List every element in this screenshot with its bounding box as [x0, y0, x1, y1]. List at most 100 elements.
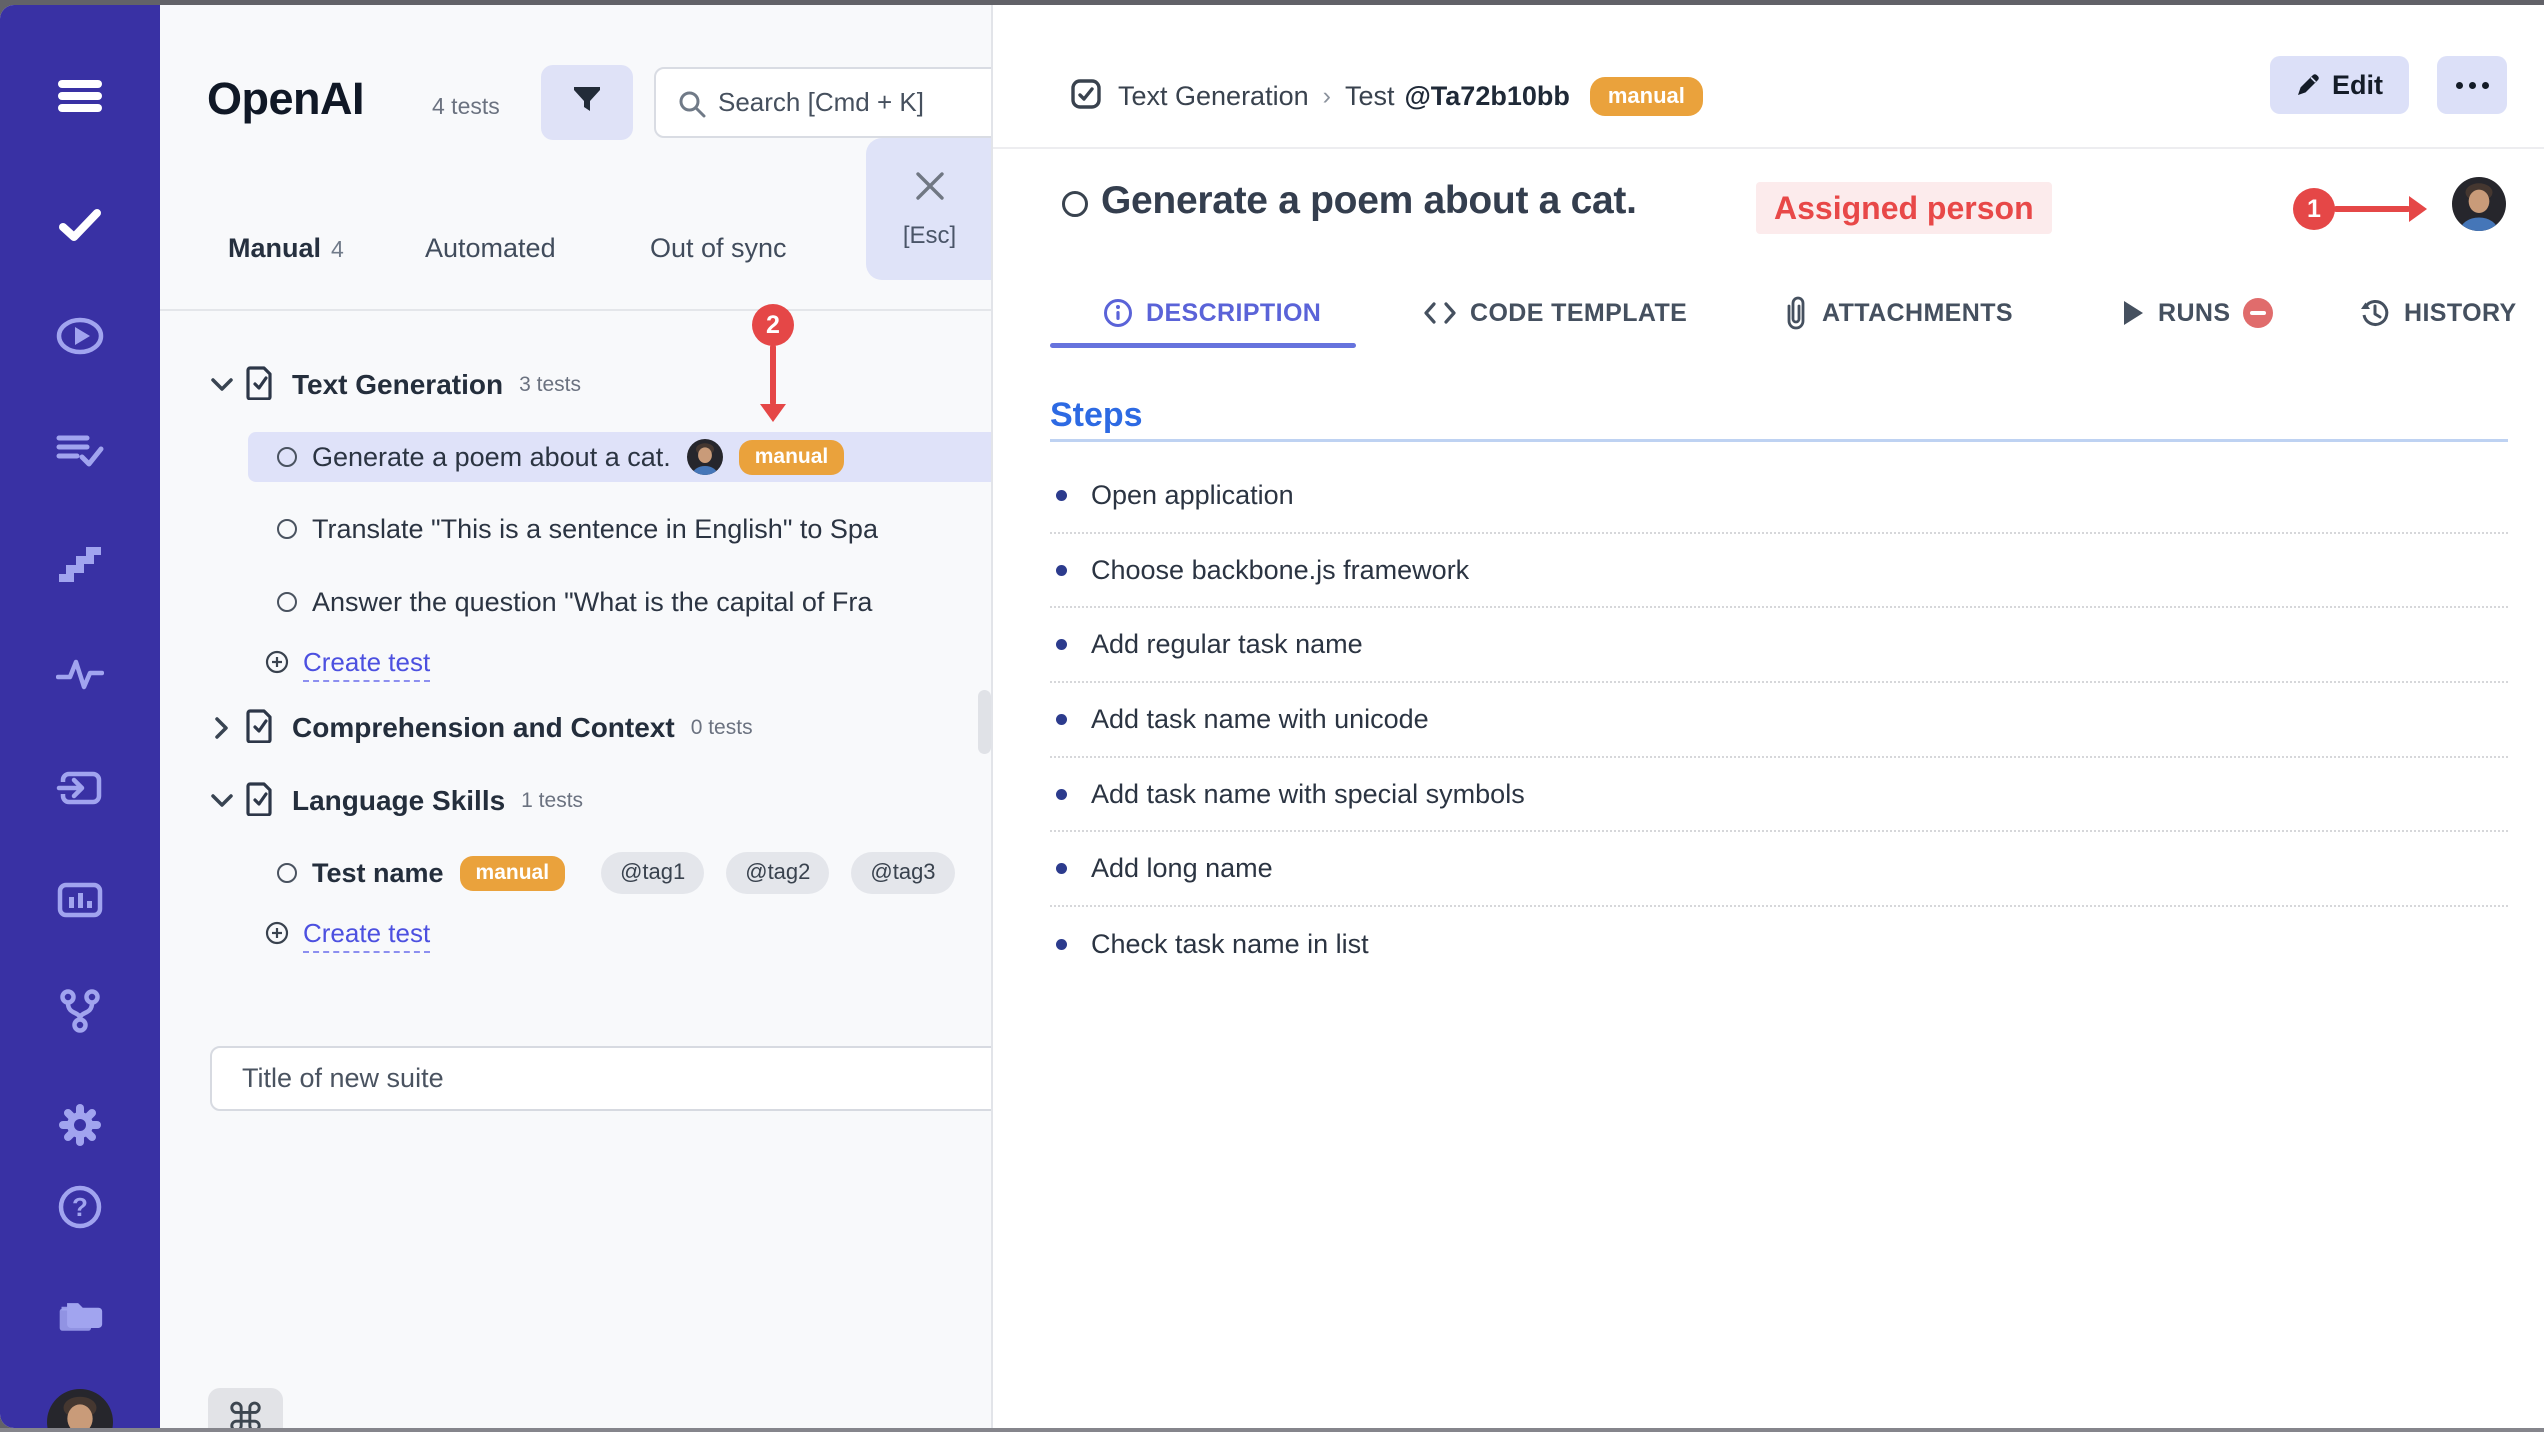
esc-key-label: [Esc]	[903, 222, 956, 250]
gear-icon[interactable]	[56, 1101, 104, 1149]
test-status-icon	[277, 592, 297, 612]
manual-badge: manual	[739, 440, 845, 475]
menu-icon[interactable]	[56, 72, 104, 120]
step-item[interactable]: Add regular task name	[1050, 608, 2508, 683]
header-divider	[993, 147, 2544, 149]
test-name: Translate "This is a sentence in English…	[312, 514, 878, 545]
breadcrumb-suite[interactable]: Text Generation	[1118, 81, 1309, 112]
suite-doc-icon	[246, 709, 274, 748]
more-icon	[2482, 82, 2489, 89]
assigned-person-annotation: Assigned person	[1756, 182, 2052, 234]
test-row-translate[interactable]: Translate "This is a sentence in English…	[248, 504, 993, 554]
close-icon[interactable]	[913, 169, 947, 208]
assignee-avatar	[687, 439, 723, 475]
tab-description[interactable]: DESCRIPTION	[1103, 293, 1321, 333]
step-item[interactable]: Open application	[1050, 459, 2508, 534]
bullet-icon	[1056, 714, 1067, 725]
test-row-test-name[interactable]: Test name manual @tag1 @tag2 @tag3	[248, 848, 993, 898]
cmd-key-badge: ⌘	[208, 1388, 283, 1428]
tests-check-icon[interactable]	[56, 201, 104, 249]
create-test-link[interactable]: Create test	[303, 918, 430, 953]
app-window: ? OpenAI 4 tests Manual4 Automated Out o…	[0, 5, 2544, 1428]
tag-pill[interactable]: @tag1	[601, 852, 704, 894]
suite-row-language-skills[interactable]: Language Skills 1 tests	[210, 775, 991, 827]
annotation-arrow-1	[2333, 206, 2411, 212]
search-input[interactable]	[718, 69, 993, 136]
manual-badge: manual	[460, 856, 566, 891]
tab-automated[interactable]: Automated	[425, 233, 556, 264]
plus-circle-icon	[265, 650, 289, 679]
git-branch-icon[interactable]	[56, 987, 104, 1035]
folder-icon[interactable]	[56, 1292, 104, 1340]
active-tab-underline	[1050, 343, 1356, 348]
tab-runs[interactable]: RUNS	[2121, 293, 2273, 333]
play-icon	[2121, 299, 2145, 327]
more-actions-button[interactable]	[2437, 56, 2507, 114]
chevron-down-icon[interactable]	[210, 378, 234, 392]
filter-button[interactable]	[541, 65, 633, 140]
paperclip-icon	[1783, 295, 1809, 331]
test-name: Generate a poem about a cat.	[312, 442, 671, 473]
runs-blocked-badge-icon	[2243, 298, 2273, 328]
suite-count: 1 tests	[521, 789, 583, 813]
test-name: Test name	[312, 858, 444, 889]
list-check-icon[interactable]	[56, 426, 104, 474]
scrollbar-thumb[interactable]	[978, 690, 991, 754]
tag-pill[interactable]: @tag2	[726, 852, 829, 894]
pencil-icon	[2296, 73, 2320, 97]
steps-heading: Steps	[1050, 396, 1143, 435]
step-item[interactable]: Check task name in list	[1050, 907, 2508, 982]
step-item[interactable]: Add long name	[1050, 832, 2508, 907]
new-suite-title-input[interactable]	[210, 1046, 993, 1111]
test-detail-panel: Text Generation › Test @Ta72b10bb manual…	[993, 5, 2544, 1428]
suite-name: Text Generation	[292, 369, 503, 401]
help-icon[interactable]: ?	[56, 1183, 104, 1231]
suite-doc-icon	[246, 782, 274, 821]
filter-icon	[572, 85, 602, 120]
sign-in-icon[interactable]	[56, 764, 104, 812]
bullet-icon	[1056, 789, 1067, 800]
tab-code-template[interactable]: CODE TEMPLATE	[1423, 293, 1687, 333]
test-row-generate-poem[interactable]: Generate a poem about a cat. manual	[248, 432, 993, 482]
tab-manual[interactable]: Manual4	[228, 233, 344, 264]
sidebar-user-avatar[interactable]	[47, 1389, 113, 1428]
more-icon	[2469, 82, 2476, 89]
chevron-right-icon[interactable]	[210, 717, 234, 739]
esc-popover: [Esc]	[866, 138, 993, 280]
step-item[interactable]: Choose backbone.js framework	[1050, 534, 2508, 609]
test-status-icon	[1062, 191, 1088, 217]
bar-chart-icon[interactable]	[56, 876, 104, 924]
tab-attachments[interactable]: ATTACHMENTS	[1783, 293, 2013, 333]
plus-circle-icon	[265, 921, 289, 950]
create-test-text-generation[interactable]: Create test	[265, 639, 430, 689]
pulse-icon[interactable]	[56, 650, 104, 698]
suite-row-text-generation[interactable]: Text Generation 3 tests	[210, 359, 991, 411]
steps-list: Open application Choose backbone.js fram…	[1050, 459, 2508, 982]
bullet-icon	[1056, 565, 1067, 576]
tag-pill[interactable]: @tag3	[851, 852, 954, 894]
stairs-icon[interactable]	[56, 539, 104, 587]
screen: ? OpenAI 4 tests Manual4 Automated Out o…	[0, 0, 2544, 1432]
breadcrumb-test-id: @Ta72b10bb	[1404, 81, 1569, 112]
play-circle-icon[interactable]	[56, 312, 104, 360]
edit-button[interactable]: Edit	[2270, 56, 2409, 114]
suite-row-comprehension[interactable]: Comprehension and Context 0 tests	[210, 702, 991, 754]
annotation-marker-1: 1	[2293, 188, 2335, 230]
test-row-answer[interactable]: Answer the question "What is the capital…	[248, 577, 993, 627]
breadcrumb: Text Generation › Test @Ta72b10bb manual	[1070, 71, 1703, 121]
suite-name: Comprehension and Context	[292, 712, 675, 744]
chevron-down-icon[interactable]	[210, 794, 234, 808]
bullet-icon	[1056, 639, 1067, 650]
step-item[interactable]: Add task name with special symbols	[1050, 758, 2508, 833]
history-icon	[2359, 297, 2391, 329]
create-test-link[interactable]: Create test	[303, 647, 430, 682]
assignee-avatar[interactable]	[2452, 177, 2506, 231]
create-test-language-skills[interactable]: Create test	[265, 910, 430, 960]
annotation-arrow-2	[770, 344, 776, 406]
tab-history[interactable]: HISTORY	[2359, 293, 2517, 333]
info-icon	[1103, 298, 1133, 328]
annotation-arrowhead-2	[760, 404, 786, 422]
project-title: OpenAI	[207, 73, 364, 125]
tab-out-of-sync[interactable]: Out of sync	[650, 233, 787, 264]
step-item[interactable]: Add task name with unicode	[1050, 683, 2508, 758]
